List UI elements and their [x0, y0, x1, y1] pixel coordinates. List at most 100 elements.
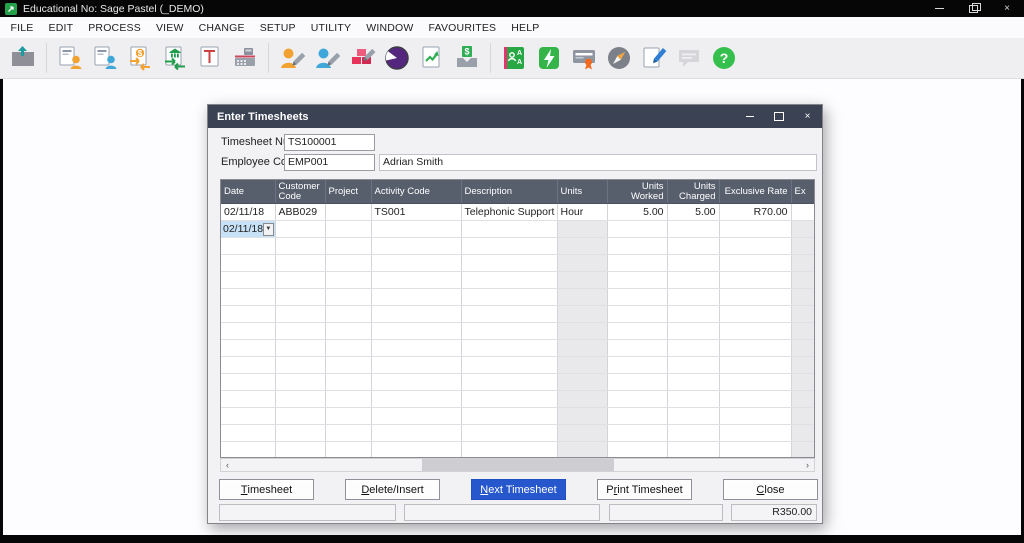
grid-cell[interactable]: [719, 425, 791, 442]
grid-cell[interactable]: [557, 289, 607, 306]
grid-cell[interactable]: 5.00: [607, 204, 667, 221]
grid-cell[interactable]: [607, 255, 667, 272]
next-timesheet-button[interactable]: Next Timesheet: [471, 479, 566, 500]
column-header[interactable]: Project: [325, 180, 371, 204]
grid-cell[interactable]: [461, 442, 557, 459]
grid-cell[interactable]: [371, 442, 461, 459]
grid-cell[interactable]: [325, 272, 371, 289]
grid-cell[interactable]: [607, 323, 667, 340]
grid-cell[interactable]: [275, 425, 325, 442]
grid-cell[interactable]: [275, 442, 325, 459]
grid-cell[interactable]: 5.00: [667, 204, 719, 221]
grid-cell[interactable]: [221, 391, 275, 408]
grid-cell[interactable]: [667, 221, 719, 238]
grid-cell[interactable]: [325, 323, 371, 340]
grid-cell[interactable]: [667, 323, 719, 340]
grid-cell[interactable]: [371, 238, 461, 255]
column-header[interactable]: Units Charged: [667, 180, 719, 204]
scrollbar-thumb[interactable]: [422, 459, 614, 471]
grid-cell[interactable]: [719, 340, 791, 357]
grid-cell[interactable]: [325, 357, 371, 374]
menu-edit[interactable]: EDIT: [41, 22, 81, 34]
scroll-right-icon[interactable]: ›: [801, 459, 814, 471]
grid-cell[interactable]: [557, 442, 607, 459]
menu-process[interactable]: PROCESS: [81, 22, 149, 34]
grid-cell[interactable]: [221, 425, 275, 442]
dialog-minimize-icon[interactable]: [735, 105, 764, 128]
grid-cell[interactable]: [325, 408, 371, 425]
grid-cell[interactable]: [461, 289, 557, 306]
grid-cell[interactable]: [667, 357, 719, 374]
grid-cell[interactable]: [325, 221, 371, 238]
grid-cell[interactable]: [719, 221, 791, 238]
grid-cell[interactable]: [325, 391, 371, 408]
grid-cell[interactable]: [275, 255, 325, 272]
close-button[interactable]: Close: [723, 479, 818, 500]
supplier-document-icon[interactable]: [91, 44, 119, 72]
date-dropdown-icon[interactable]: ▼: [263, 223, 273, 236]
grid-cell[interactable]: [791, 340, 814, 357]
grid-cell[interactable]: [461, 425, 557, 442]
receive-money-icon[interactable]: $: [453, 44, 481, 72]
dialog-maximize-icon[interactable]: [764, 105, 793, 128]
scrollbar-track[interactable]: [234, 459, 801, 471]
dialog-title-bar[interactable]: Enter Timesheets ×: [208, 105, 822, 128]
grid-cell[interactable]: [325, 255, 371, 272]
grid-cell[interactable]: [325, 204, 371, 221]
grid-cell[interactable]: [607, 357, 667, 374]
grid-cell[interactable]: [461, 238, 557, 255]
grid-cell[interactable]: [607, 289, 667, 306]
bank-transfer-icon[interactable]: [161, 44, 189, 72]
grid-cell[interactable]: [791, 374, 814, 391]
grid-cell[interactable]: [719, 323, 791, 340]
grid-cell[interactable]: [791, 289, 814, 306]
grid-cell[interactable]: [791, 442, 814, 459]
journal-icon[interactable]: [196, 44, 224, 72]
grid-cell[interactable]: [275, 374, 325, 391]
grid-cell[interactable]: [221, 408, 275, 425]
grid-cell[interactable]: [461, 357, 557, 374]
certificate-icon[interactable]: [570, 44, 598, 72]
grid-cell[interactable]: [557, 425, 607, 442]
grid-cell[interactable]: [557, 306, 607, 323]
restore-icon[interactable]: [956, 0, 990, 17]
grid-cell[interactable]: [557, 357, 607, 374]
grid-cell[interactable]: [221, 340, 275, 357]
grid-cell[interactable]: [325, 374, 371, 391]
grid-cell[interactable]: [325, 340, 371, 357]
grid-cell[interactable]: [607, 442, 667, 459]
grid-cell[interactable]: [275, 289, 325, 306]
grid-cell[interactable]: [557, 408, 607, 425]
grid-cell[interactable]: [791, 306, 814, 323]
grid-cell[interactable]: [667, 238, 719, 255]
grid-cell[interactable]: [719, 272, 791, 289]
grid-cell[interactable]: [607, 238, 667, 255]
grid-cell[interactable]: [667, 306, 719, 323]
grid-cell[interactable]: [221, 374, 275, 391]
grid-cell[interactable]: [791, 391, 814, 408]
grid-cell[interactable]: [667, 408, 719, 425]
grid-cell[interactable]: [667, 391, 719, 408]
grid-cell[interactable]: [275, 272, 325, 289]
grid-cell[interactable]: [461, 408, 557, 425]
grid-cell[interactable]: [791, 221, 814, 238]
pie-chart-icon[interactable]: [383, 44, 411, 72]
grid-cell[interactable]: [221, 289, 275, 306]
grid-cell[interactable]: [791, 272, 814, 289]
notes-icon[interactable]: [640, 44, 668, 72]
grid-cell[interactable]: [719, 289, 791, 306]
grid-cell[interactable]: [719, 357, 791, 374]
grid-cell[interactable]: [719, 442, 791, 459]
scroll-left-icon[interactable]: ‹: [221, 459, 234, 471]
grid-cell[interactable]: [325, 289, 371, 306]
grid-cell[interactable]: [667, 255, 719, 272]
grid-cell[interactable]: [371, 289, 461, 306]
grid-cell[interactable]: [325, 442, 371, 459]
dialog-close-icon[interactable]: ×: [793, 105, 822, 128]
grid-cell[interactable]: [791, 238, 814, 255]
grid-cell[interactable]: 02/11/18: [221, 204, 275, 221]
menu-help[interactable]: HELP: [504, 22, 547, 34]
print-timesheet-button[interactable]: Print Timesheet: [597, 479, 692, 500]
timesheet-button[interactable]: Timesheet: [219, 479, 314, 500]
grid-cell[interactable]: [607, 425, 667, 442]
